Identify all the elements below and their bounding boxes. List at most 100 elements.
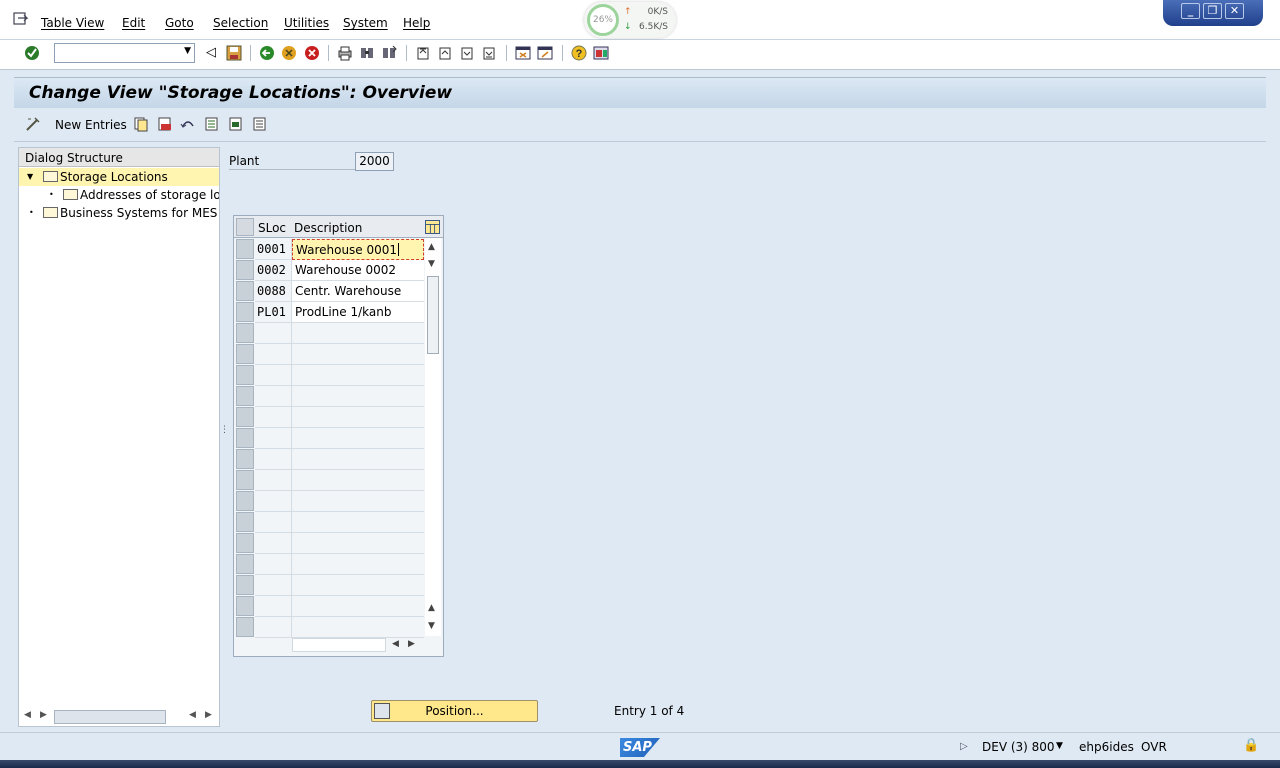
menu-goto[interactable]: Goto <box>165 16 194 30</box>
exit-icon[interactable] <box>281 45 297 61</box>
cell-sloc <box>255 365 292 386</box>
row-selector[interactable] <box>236 470 254 490</box>
new-entries-button[interactable]: New Entries <box>55 118 127 132</box>
row-selector[interactable] <box>236 449 254 469</box>
scroll-left-icon[interactable]: ◀ <box>189 710 196 720</box>
select-all-icon[interactable] <box>204 116 220 132</box>
cell-description <box>292 617 424 638</box>
panel-splitter[interactable]: ⋮ <box>220 425 229 435</box>
shortcut-icon[interactable] <box>537 45 553 61</box>
cell-description[interactable]: Warehouse 0001 <box>292 239 424 260</box>
system-menu-icon[interactable] <box>13 12 29 26</box>
delete-icon[interactable] <box>157 116 173 132</box>
row-selector[interactable] <box>236 575 254 595</box>
status-expand-icon[interactable]: ▷ <box>960 741 968 752</box>
undo-change-icon[interactable] <box>180 116 196 132</box>
menu-table-view[interactable]: Table View <box>41 16 104 30</box>
back-icon[interactable] <box>259 45 275 61</box>
select-all-rows-button[interactable] <box>236 218 254 236</box>
minimize-icon[interactable]: _ <box>1181 3 1200 19</box>
cell-description <box>292 470 424 491</box>
command-field[interactable]: ▼ <box>54 43 195 63</box>
cancel-icon[interactable] <box>304 45 320 61</box>
first-page-icon[interactable] <box>415 45 431 61</box>
chevron-down-icon[interactable]: ▼ <box>1056 741 1063 751</box>
row-selector[interactable] <box>236 617 254 637</box>
scroll-up-icon[interactable]: ▲ <box>428 242 435 252</box>
position-button[interactable]: Position... <box>371 700 538 722</box>
table-horizontal-scrollbar[interactable]: ◀ ▶ <box>292 637 424 653</box>
cell-description[interactable]: ProdLine 1/kanb <box>292 302 424 323</box>
chevron-down-icon[interactable]: ▼ <box>184 46 191 56</box>
cell-description <box>292 491 424 512</box>
row-selector[interactable] <box>236 239 254 259</box>
new-entries-icon[interactable] <box>25 116 41 132</box>
previous-page-icon[interactable] <box>437 45 453 61</box>
menu-help[interactable]: Help <box>403 16 430 30</box>
scrollbar-track[interactable] <box>292 638 386 652</box>
tree-item-storage-locations[interactable]: ▼ Storage Locations <box>19 168 219 186</box>
last-page-icon[interactable] <box>481 45 497 61</box>
customize-layout-icon[interactable] <box>593 45 609 61</box>
menu-selection[interactable]: Selection <box>213 16 268 30</box>
menu-system[interactable]: System <box>343 16 388 30</box>
find-next-icon[interactable] <box>381 45 397 61</box>
row-selector[interactable] <box>236 260 254 280</box>
column-header-description[interactable]: Description <box>294 221 362 235</box>
row-selector[interactable] <box>236 491 254 511</box>
find-icon[interactable] <box>359 45 375 61</box>
copy-as-icon[interactable] <box>133 116 149 132</box>
cell-description[interactable]: Centr. Warehouse <box>292 281 424 302</box>
insert-mode[interactable]: OVR <box>1141 740 1167 754</box>
tree-item-addresses[interactable]: • Addresses of storage loca <box>19 186 219 204</box>
scroll-right-icon[interactable]: ▶ <box>205 710 212 720</box>
close-window-icon[interactable]: ✕ <box>1225 3 1244 19</box>
row-selector[interactable] <box>236 281 254 301</box>
cell-description <box>292 407 424 428</box>
expanded-triangle-icon[interactable]: ▼ <box>27 168 33 186</box>
scrollbar-thumb[interactable] <box>427 276 439 354</box>
up-arrow-icon: ↑ <box>624 7 632 17</box>
select-block-icon[interactable] <box>228 116 244 132</box>
scroll-right-icon[interactable]: ▶ <box>408 639 415 649</box>
row-selector[interactable] <box>236 596 254 616</box>
row-selector[interactable] <box>236 344 254 364</box>
menu-utilities[interactable]: Utilities <box>284 16 329 30</box>
row-selector[interactable] <box>236 386 254 406</box>
enter-icon[interactable] <box>24 45 40 61</box>
row-selector[interactable] <box>236 323 254 343</box>
next-page-icon[interactable] <box>459 45 475 61</box>
back-arrow-icon[interactable]: ◁ <box>203 45 219 61</box>
print-icon[interactable] <box>337 45 353 61</box>
row-selector[interactable] <box>236 533 254 553</box>
scroll-down-icon[interactable]: ▼ <box>428 621 435 631</box>
table-settings-icon[interactable] <box>425 220 440 234</box>
create-session-icon[interactable] <box>515 45 531 61</box>
scroll-right-icon[interactable]: ▶ <box>40 710 47 720</box>
column-header-sloc[interactable]: SLoc <box>258 221 286 235</box>
tree-item-business-systems-mes[interactable]: • Business Systems for MES <box>19 204 219 222</box>
row-selector[interactable] <box>236 407 254 427</box>
cell-description[interactable]: Warehouse 0002 <box>292 260 424 281</box>
scroll-up-icon[interactable]: ▲ <box>428 603 435 613</box>
help-icon[interactable]: ? <box>571 45 587 61</box>
table-row <box>236 407 424 428</box>
deselect-all-icon[interactable] <box>252 116 268 132</box>
scroll-left-icon[interactable]: ◀ <box>392 639 399 649</box>
row-selector[interactable] <box>236 554 254 574</box>
scrollbar-thumb[interactable] <box>54 710 166 724</box>
cell-sloc <box>255 449 292 470</box>
row-selector[interactable] <box>236 428 254 448</box>
menu-edit[interactable]: Edit <box>122 16 145 30</box>
table-row <box>236 491 424 512</box>
cell-sloc <box>255 386 292 407</box>
tree-horizontal-scrollbar[interactable]: ◀ ▶ ◀ ▶ <box>18 707 220 727</box>
scroll-left-icon[interactable]: ◀ <box>24 710 31 720</box>
scroll-down-icon[interactable]: ▼ <box>428 259 435 269</box>
restore-icon[interactable]: ❐ <box>1203 3 1222 19</box>
table-vertical-scrollbar[interactable]: ▲ ▼ ▲ ▼ <box>425 238 441 636</box>
row-selector[interactable] <box>236 302 254 322</box>
save-icon[interactable] <box>226 45 242 61</box>
row-selector[interactable] <box>236 512 254 532</box>
row-selector[interactable] <box>236 365 254 385</box>
